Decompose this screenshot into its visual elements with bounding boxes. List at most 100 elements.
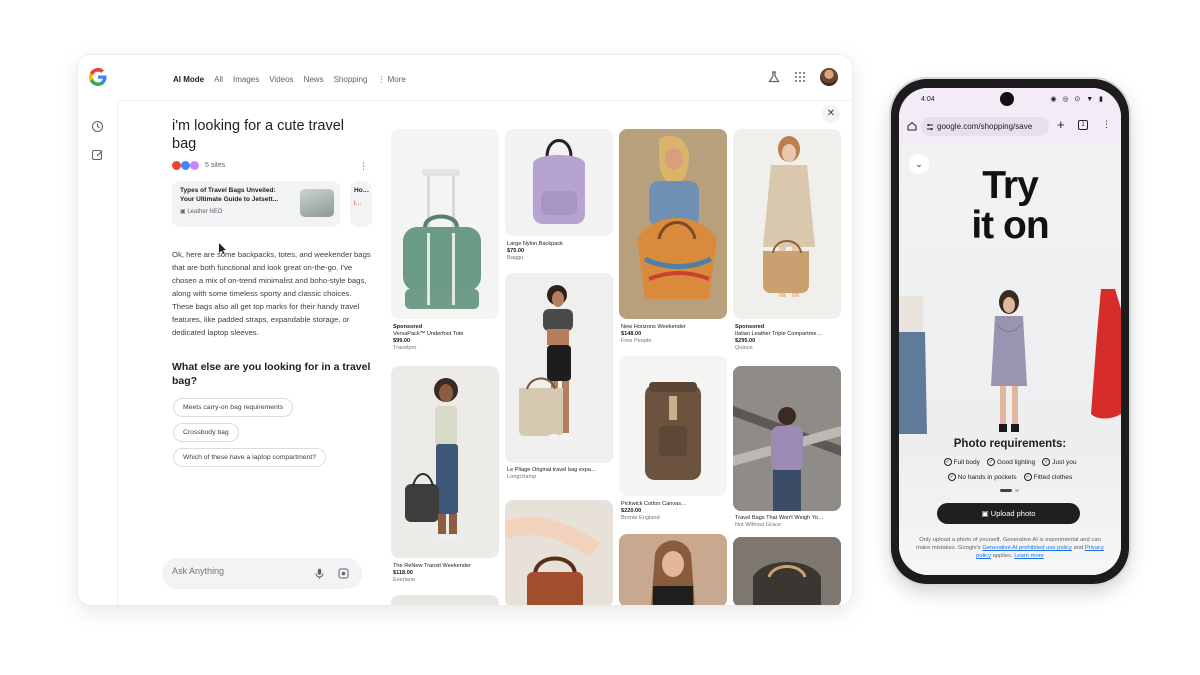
header-divider: [118, 100, 852, 101]
browser-window: AI Mode All Images Videos News Shopping …: [78, 55, 852, 605]
image-icon: ▣: [981, 509, 989, 518]
product-image[interactable]: [391, 366, 499, 558]
google-g-icon: [89, 68, 107, 86]
account-toolbar: [768, 68, 838, 86]
tab-shopping[interactable]: Shopping: [334, 75, 368, 84]
product-caption[interactable]: Sponsored VersaPack™ Underfoot Tote $99.…: [393, 324, 499, 352]
product-caption[interactable]: Large Nylon Backpack $75.00 Baggu: [507, 241, 613, 262]
prohibited-use-policy-link[interactable]: Generative AI prohibited use policy: [982, 545, 1072, 551]
source-title: Types of Travel Bags Unveiled: Your Ulti…: [180, 187, 279, 203]
product-image[interactable]: [733, 537, 841, 605]
check-circle-icon: ✓: [947, 473, 956, 481]
product-image[interactable]: [505, 500, 613, 605]
product-image[interactable]: [391, 129, 499, 319]
source-site: I…: [354, 200, 362, 207]
rolling-luggage-icon: [403, 169, 481, 309]
status-icons: ◉ ◎ ⊙ ▼ ▮: [1050, 96, 1105, 103]
more-options-icon[interactable]: ⋮: [359, 161, 368, 172]
microphone-icon[interactable]: [314, 568, 325, 579]
product-image[interactable]: [391, 595, 499, 605]
requirements-row: ✓ Full body ✓ Good lighting ✓ Just you: [899, 458, 1121, 466]
leather-bag-closeup-icon: [505, 517, 600, 605]
product-image[interactable]: [733, 366, 841, 511]
tab-ai-mode[interactable]: AI Mode: [173, 75, 204, 84]
status-bar: 4:04 ◉ ◎ ⊙ ▼ ▮: [899, 88, 1121, 110]
tab-switcher-icon[interactable]: 1: [1078, 120, 1088, 130]
tab-videos[interactable]: Videos: [269, 75, 293, 84]
suggestion-chip[interactable]: Crossbody bag: [173, 423, 239, 442]
requirement-item: ✓ Good lighting: [986, 458, 1036, 466]
product-caption[interactable]: Travel Bags That Won't Weigh Yo… Not Wit…: [735, 515, 841, 529]
site-favicon: [181, 161, 190, 170]
try-on-model-icon: [899, 289, 1121, 434]
search-tabs: AI Mode All Images Videos News Shopping …: [173, 75, 406, 84]
backpack-icon: [533, 139, 585, 224]
apps-grid-icon[interactable]: [794, 71, 806, 83]
new-chat-icon[interactable]: [91, 148, 104, 161]
browser-toolbar: google.com/shopping/save + 1 ⋮: [899, 110, 1121, 144]
try-on-panel: ⌄ Try it on Photo requirements: ✓ Full b…: [899, 144, 1121, 575]
tab-news[interactable]: News: [304, 75, 324, 84]
check-circle-icon: ✓: [986, 458, 995, 466]
try-on-title: Try it on: [971, 164, 1049, 247]
requirement-item: ✓ No hands in pockets: [947, 473, 1017, 481]
product-caption[interactable]: Pickwick Cotton Canvas… $220.00 Bronte E…: [621, 501, 727, 522]
bag-closeup-icon: [733, 537, 841, 605]
requirement-item: ✓ Just you: [1042, 458, 1077, 466]
product-image[interactable]: [505, 129, 613, 236]
roll-top-backpack-icon: [645, 382, 701, 480]
product-image[interactable]: [619, 129, 727, 319]
model-with-boho-bag-icon: [619, 129, 727, 319]
learn-more-link[interactable]: Learn more: [1014, 553, 1044, 559]
front-camera: [1000, 92, 1014, 106]
upload-photo-button[interactable]: ▣ Upload photo: [937, 503, 1080, 524]
tab-images[interactable]: Images: [233, 75, 259, 84]
history-icon[interactable]: [91, 120, 104, 133]
phone-screen: 4:04 ◉ ◎ ⊙ ▼ ▮ google.com/shopping/save …: [899, 88, 1121, 575]
check-circle-icon: ✓: [1023, 473, 1032, 481]
product-image[interactable]: [505, 273, 613, 463]
requirements-title: Photo requirements:: [953, 438, 1067, 450]
sites-count: 5 sites: [205, 162, 226, 169]
url-text: google.com/shopping/save: [937, 122, 1033, 131]
product-image[interactable]: [619, 534, 727, 605]
sources-summary[interactable]: 5 sites: [172, 161, 225, 170]
labs-flask-icon[interactable]: [768, 71, 780, 83]
site-favicon: [172, 161, 181, 170]
suggestion-chip[interactable]: Meets carry-on bag requirements: [173, 398, 294, 417]
browser-menu-icon[interactable]: ⋮: [1102, 119, 1111, 130]
address-bar[interactable]: google.com/shopping/save: [921, 117, 1049, 136]
google-logo[interactable]: [88, 67, 108, 87]
check-circle-icon: ✓: [1042, 458, 1051, 466]
followup-question: What else are you looking for in a trave…: [172, 361, 371, 387]
home-icon[interactable]: [907, 121, 917, 131]
ai-disclaimer: Only upload a photo of yourself. Generat…: [916, 537, 1104, 559]
product-image[interactable]: [619, 356, 727, 496]
avatar[interactable]: [820, 68, 838, 86]
requirement-item: ✓ Full body: [943, 458, 980, 466]
model-portrait-icon: [651, 540, 695, 605]
product-caption[interactable]: Le Pliage Original travel bag expa… Long…: [507, 467, 613, 481]
carousel-dots[interactable]: [1000, 489, 1019, 492]
source-card[interactable]: Types of Travel Bags Unveiled: Your Ulti…: [172, 181, 340, 227]
product-image[interactable]: [733, 129, 841, 319]
ai-answer-text: Ok, here are some backpacks, totes, and …: [172, 250, 371, 337]
site-favicon: [190, 161, 199, 170]
new-tab-icon[interactable]: +: [1057, 118, 1065, 132]
ask-input[interactable]: [172, 566, 292, 576]
check-circle-icon: ✓: [943, 458, 952, 466]
model-with-leather-bag-icon: [763, 136, 815, 297]
suggestion-chip[interactable]: Which of these have a laptop compartment…: [173, 448, 326, 467]
product-caption[interactable]: New Horizons Weekender $148.00 Free Peop…: [621, 324, 727, 345]
source-title: Ho…: [354, 187, 370, 194]
tab-more[interactable]: ⋮ More: [377, 75, 405, 84]
phone-frame: 4:04 ◉ ◎ ⊙ ▼ ▮ google.com/shopping/save …: [891, 79, 1129, 584]
tab-all[interactable]: All: [214, 75, 223, 84]
product-caption[interactable]: The ReNew Transit Weekender $118.00 Ever…: [393, 563, 499, 584]
user-query: i'm looking for a cute travel bag: [172, 118, 345, 152]
camera-lens-icon[interactable]: [338, 568, 349, 579]
requirement-item: ✓ Fitted clothes: [1023, 473, 1073, 481]
product-caption[interactable]: Sponsored Italian Leather Triple Compart…: [735, 324, 841, 352]
close-icon[interactable]: ✕: [822, 105, 840, 123]
source-card[interactable]: Ho… I…: [350, 181, 372, 227]
